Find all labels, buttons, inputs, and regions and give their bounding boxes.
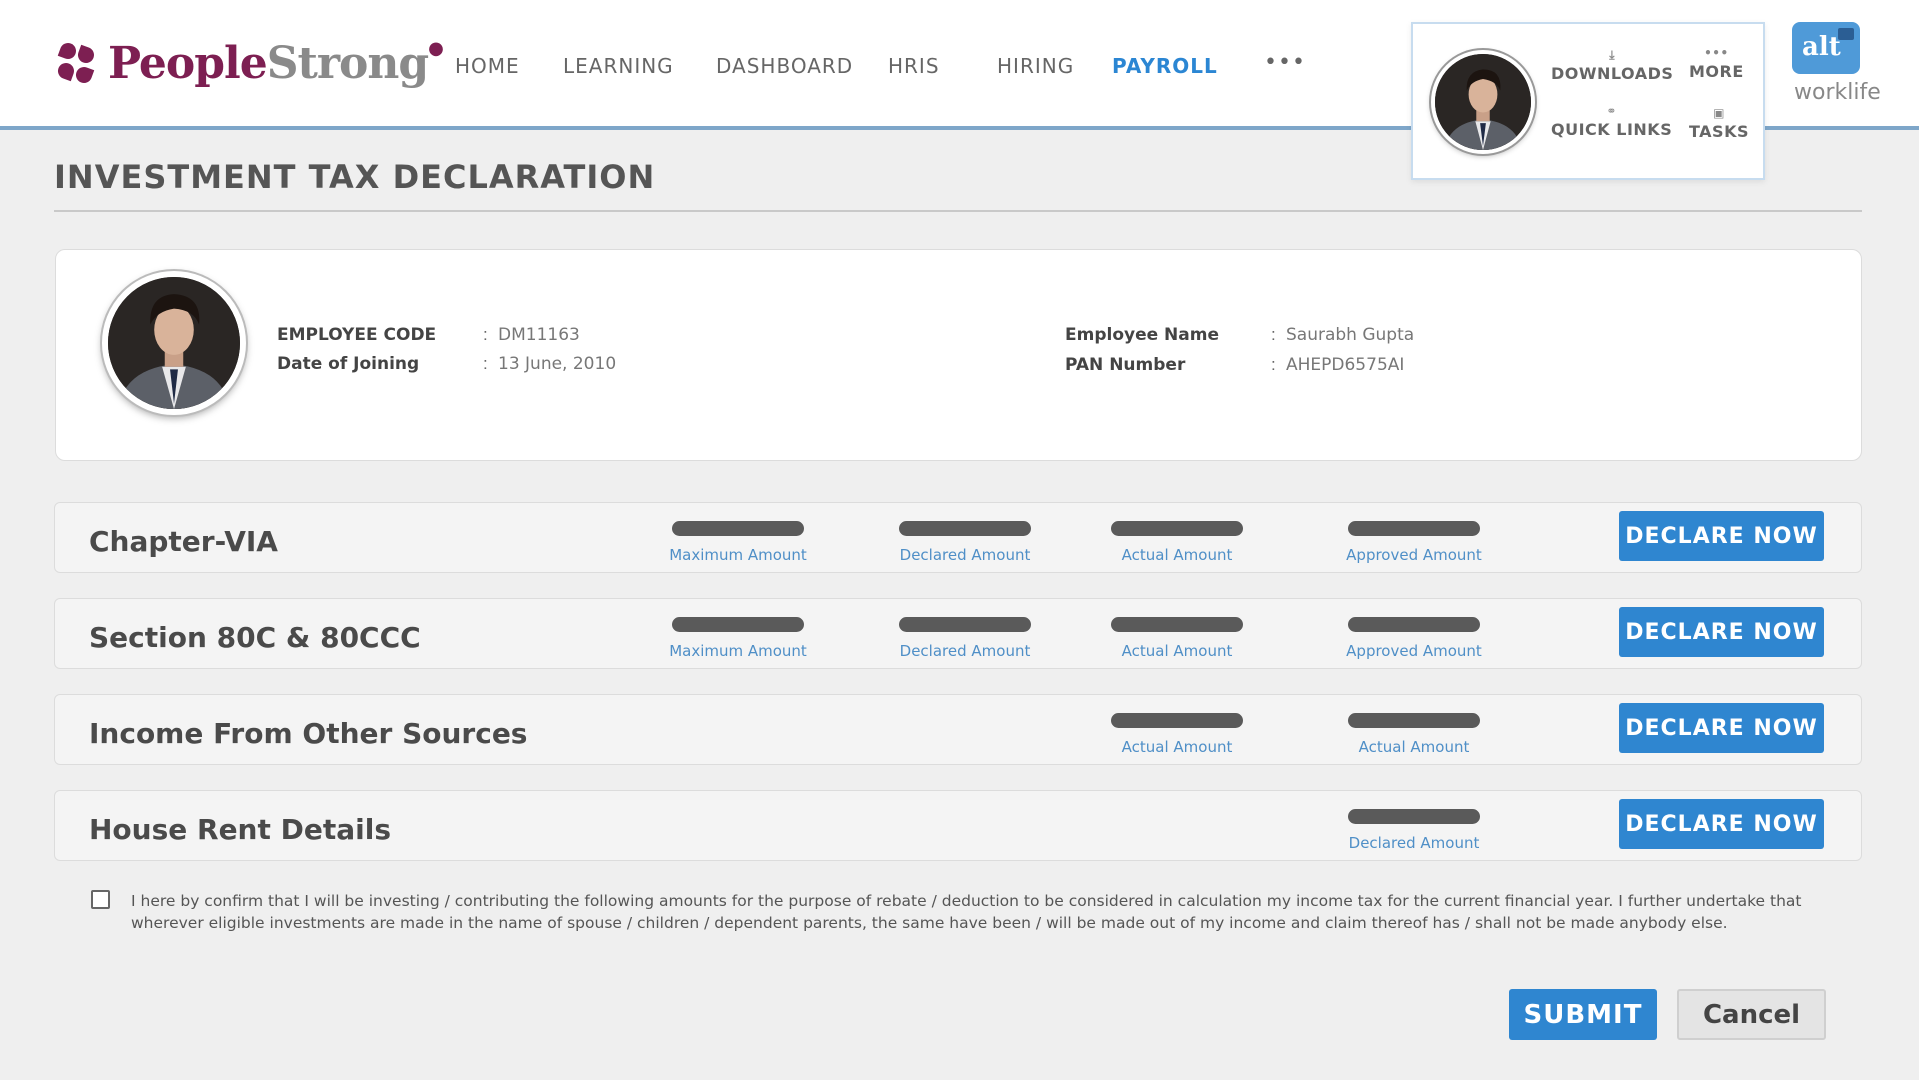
amount-placeholder-bar bbox=[899, 521, 1031, 536]
nav-payroll[interactable]: PAYROLL bbox=[1112, 54, 1218, 78]
employee-name-value: Saurabh Gupta bbox=[1286, 325, 1415, 345]
amount-placeholder-bar bbox=[672, 521, 804, 536]
more-dots-icon: ••• bbox=[1704, 46, 1729, 60]
metric-maximum-amount: Maximum Amount bbox=[663, 617, 813, 660]
colon: : bbox=[1271, 355, 1276, 374]
metric-label: Declared Amount bbox=[899, 642, 1031, 660]
section-title: Income From Other Sources bbox=[89, 717, 528, 750]
employee-avatar bbox=[102, 271, 246, 415]
date-of-joining-label: Date of Joining bbox=[277, 354, 420, 374]
metric-label: Actual Amount bbox=[1358, 738, 1470, 756]
metric-maximum-amount: Maximum Amount bbox=[663, 521, 813, 564]
nav-more-dots-icon[interactable]: ••• bbox=[1264, 50, 1306, 75]
metric-approved-amount: Approved Amount bbox=[1339, 617, 1489, 660]
amount-placeholder-bar bbox=[1111, 521, 1243, 536]
alt-worklife-logo[interactable]: alt bbox=[1792, 22, 1860, 74]
section-title: Chapter-VIA bbox=[89, 525, 278, 558]
metric-label: Approved Amount bbox=[1346, 642, 1482, 660]
logo-text: PeopleStrong● bbox=[108, 38, 444, 89]
downloads-link[interactable]: ⤓ DOWNLOADS bbox=[1551, 48, 1673, 83]
metric-label: Actual Amount bbox=[1121, 642, 1233, 660]
metric-label: Declared Amount bbox=[899, 546, 1031, 564]
metric-label: Maximum Amount bbox=[669, 546, 807, 564]
amount-placeholder-bar bbox=[1348, 809, 1480, 824]
metric-label: Declared Amount bbox=[1348, 834, 1480, 852]
metric-declared-amount: Declared Amount bbox=[1339, 809, 1489, 852]
quick-links-link[interactable]: ⚭ QUICK LINKS bbox=[1551, 104, 1672, 139]
tasks-link[interactable]: ▣ TASKS bbox=[1689, 106, 1749, 141]
metric-actual-amount: Actual Amount bbox=[1102, 521, 1252, 564]
peoplestrong-flower-icon bbox=[55, 40, 98, 87]
profile-quick-panel: ⤓ DOWNLOADS ••• MORE ⚭ QUICK LINKS ▣ TAS… bbox=[1411, 22, 1765, 180]
download-icon: ⤓ bbox=[1609, 48, 1616, 62]
metric-label: Actual Amount bbox=[1121, 738, 1233, 756]
amount-placeholder-bar bbox=[1348, 521, 1480, 536]
section-chapter-via: Chapter-VIA Maximum Amount Declared Amou… bbox=[54, 502, 1862, 573]
section-house-rent-details: House Rent Details Declared Amount DECLA… bbox=[54, 790, 1862, 861]
user-avatar-small[interactable] bbox=[1431, 50, 1535, 154]
declare-now-button[interactable]: DECLARE NOW bbox=[1619, 511, 1824, 561]
metric-actual-amount: Actual Amount bbox=[1102, 617, 1252, 660]
briefcase-icon bbox=[1838, 28, 1854, 40]
amount-placeholder-bar bbox=[899, 617, 1031, 632]
metric-approved-amount: Approved Amount bbox=[1339, 521, 1489, 564]
amount-placeholder-bar bbox=[1348, 713, 1480, 728]
cancel-button[interactable]: Cancel bbox=[1677, 989, 1826, 1040]
amount-placeholder-bar bbox=[1111, 617, 1243, 632]
metric-declared-amount: Declared Amount bbox=[890, 617, 1040, 660]
metric-label: Actual Amount bbox=[1121, 546, 1233, 564]
title-divider bbox=[54, 210, 1862, 212]
section-80c-80ccc: Section 80C & 80CCC Maximum Amount Decla… bbox=[54, 598, 1862, 669]
amount-placeholder-bar bbox=[672, 617, 804, 632]
nav-hris[interactable]: HRIS bbox=[888, 54, 940, 78]
employee-code-label: EMPLOYEE CODE bbox=[277, 325, 437, 345]
colon: : bbox=[483, 354, 488, 373]
metric-label: Approved Amount bbox=[1346, 546, 1482, 564]
amount-placeholder-bar bbox=[1348, 617, 1480, 632]
section-title: Section 80C & 80CCC bbox=[89, 621, 421, 654]
nav-learning[interactable]: LEARNING bbox=[563, 54, 674, 78]
declare-now-button[interactable]: DECLARE NOW bbox=[1619, 703, 1824, 753]
colon: : bbox=[1271, 325, 1276, 344]
peoplestrong-logo[interactable]: PeopleStrong● bbox=[55, 38, 444, 89]
metric-label: Maximum Amount bbox=[669, 642, 807, 660]
metric-actual-amount: Actual Amount bbox=[1339, 713, 1489, 756]
pan-number-value: AHEPD6575AI bbox=[1286, 355, 1405, 375]
employee-code-value: DM11163 bbox=[498, 325, 580, 345]
metric-declared-amount: Declared Amount bbox=[890, 521, 1040, 564]
confirm-checkbox[interactable] bbox=[91, 890, 110, 909]
link-icon: ⚭ bbox=[1606, 104, 1617, 118]
worklife-label: worklife bbox=[1794, 80, 1881, 105]
employee-name-label: Employee Name bbox=[1065, 325, 1220, 345]
more-link[interactable]: ••• MORE bbox=[1689, 46, 1744, 81]
declare-now-button[interactable]: DECLARE NOW bbox=[1619, 607, 1824, 657]
pan-number-label: PAN Number bbox=[1065, 355, 1186, 375]
amount-placeholder-bar bbox=[1111, 713, 1243, 728]
employee-info-card: EMPLOYEE CODE : DM11163 Date of Joining … bbox=[55, 249, 1862, 461]
submit-button[interactable]: SUBMIT bbox=[1509, 989, 1657, 1040]
nav-hiring[interactable]: HIRING bbox=[997, 54, 1074, 78]
metric-actual-amount: Actual Amount bbox=[1102, 713, 1252, 756]
section-income-other-sources: Income From Other Sources Actual Amount … bbox=[54, 694, 1862, 765]
page-title: INVESTMENT TAX DECLARATION bbox=[54, 158, 656, 196]
declare-now-button[interactable]: DECLARE NOW bbox=[1619, 799, 1824, 849]
nav-home[interactable]: HOME bbox=[455, 54, 520, 78]
date-of-joining-value: 13 June, 2010 bbox=[498, 354, 617, 374]
clipboard-icon: ▣ bbox=[1713, 106, 1725, 120]
confirmation-text: I here by confirm that I will be investi… bbox=[131, 892, 1802, 932]
section-title: House Rent Details bbox=[89, 813, 391, 846]
nav-dashboard[interactable]: DASHBOARD bbox=[716, 54, 853, 78]
colon: : bbox=[483, 325, 488, 344]
